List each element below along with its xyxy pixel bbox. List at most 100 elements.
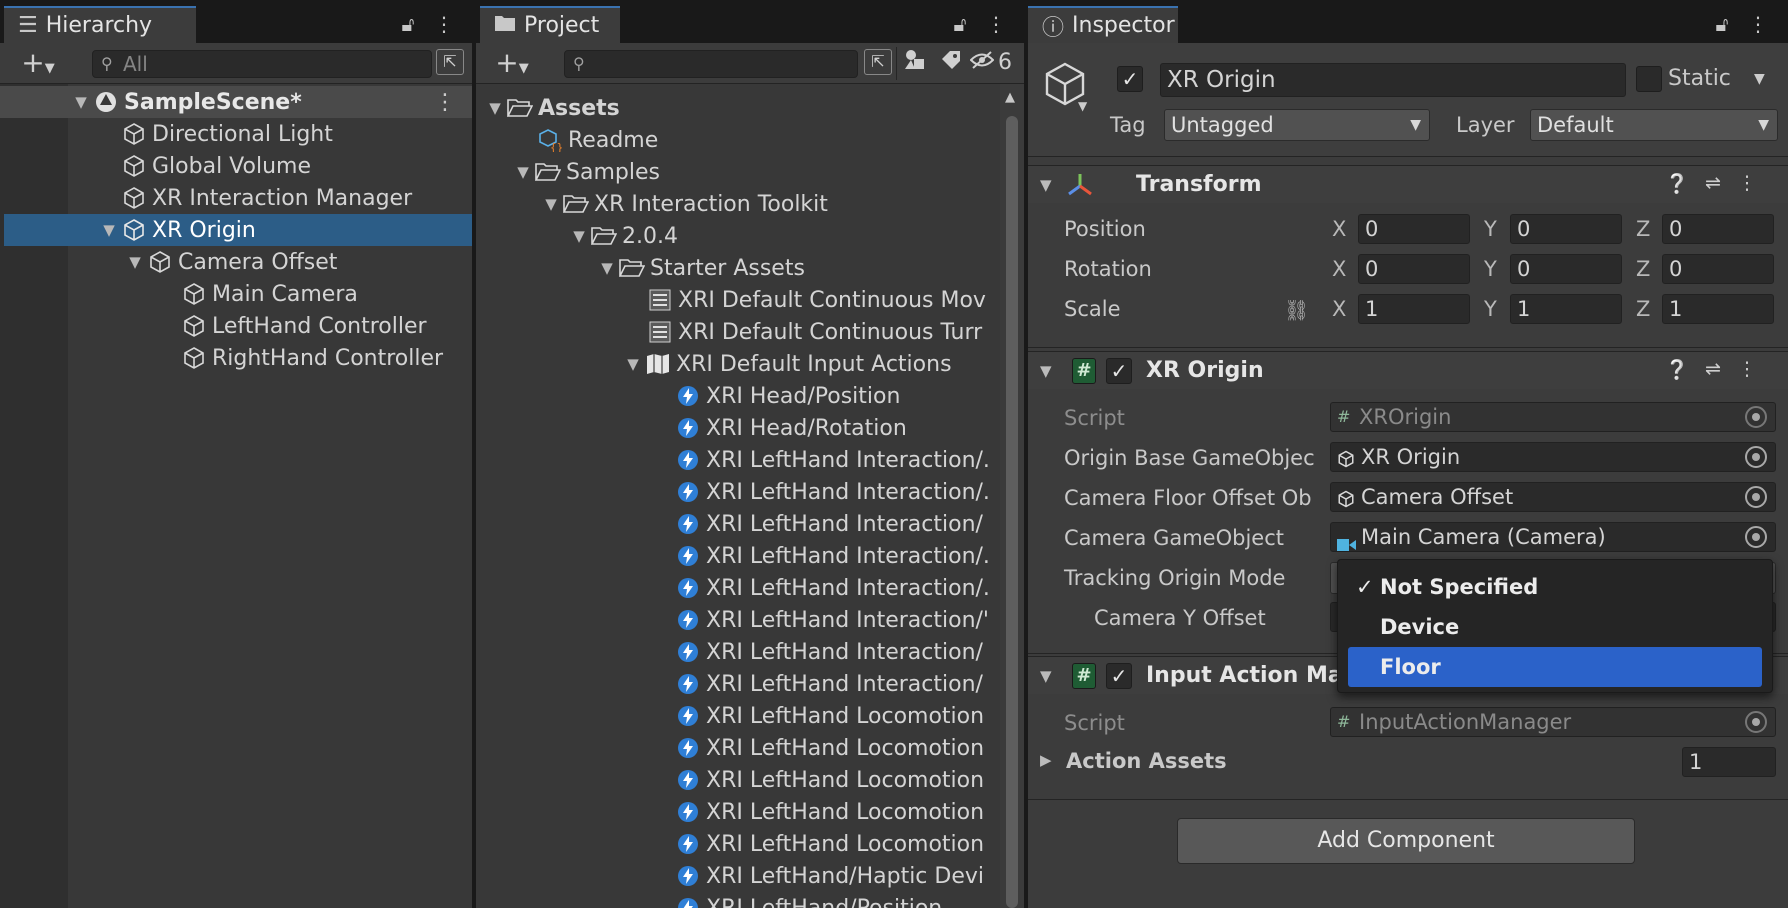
asset-row[interactable]: {} Readme <box>476 124 1000 156</box>
constrain-proportions-icon[interactable]: ⛓ <box>1284 298 1309 322</box>
more-menu-icon[interactable]: ⋮ <box>1746 12 1770 36</box>
component-menu-icon[interactable]: ⋮ <box>1734 358 1760 380</box>
folder-row[interactable]: ▼ Assets <box>476 92 1000 124</box>
input-action-row[interactable]: XRI LeftHand Interaction/. <box>476 540 1000 572</box>
input-action-row[interactable]: XRI LeftHand Locomotion <box>476 700 1000 732</box>
object-picker-icon[interactable] <box>1745 526 1767 548</box>
scale-y-field[interactable]: 1 <box>1510 294 1622 324</box>
expand-arrow-icon[interactable]: ▼ <box>70 93 92 111</box>
maximize-icon[interactable]: ⇱ <box>436 49 464 75</box>
input-action-row[interactable]: XRI Head/Position <box>476 380 1000 412</box>
scale-x-field[interactable]: 1 <box>1358 294 1470 324</box>
expand-arrow-icon[interactable]: ▼ <box>622 355 644 373</box>
input-action-row[interactable]: XRI LeftHand Interaction/. <box>476 444 1000 476</box>
floor-offset-field[interactable]: Camera Offset <box>1330 482 1776 512</box>
hierarchy-item[interactable]: ▼ Camera Offset <box>0 246 472 278</box>
panel-divider[interactable] <box>1024 0 1028 908</box>
input-action-manager-enabled-checkbox[interactable]: ✓ <box>1106 662 1132 689</box>
active-checkbox[interactable]: ✓ <box>1117 66 1143 92</box>
folder-row[interactable]: ▼ XR Interaction Toolkit <box>476 188 1000 220</box>
action-assets-label[interactable]: Action Assets <box>1066 749 1227 773</box>
input-action-row[interactable]: XRI LeftHand/Haptic Devi <box>476 860 1000 892</box>
create-plus-icon[interactable]: +▼ <box>14 49 62 83</box>
input-action-row[interactable]: XRI LeftHand/Position <box>476 892 1000 908</box>
create-plus-icon[interactable]: +▼ <box>488 49 536 83</box>
input-action-row[interactable]: XRI LeftHand Interaction/. <box>476 572 1000 604</box>
object-picker-icon[interactable] <box>1745 486 1767 508</box>
expand-arrow-icon[interactable]: ▼ <box>124 253 146 271</box>
presets-icon[interactable]: ⇌ <box>1700 172 1726 194</box>
hierarchy-item[interactable]: Directional Light <box>0 118 472 150</box>
asset-row[interactable]: XRI Default Continuous Turr <box>476 316 1000 348</box>
foldout-arrow-icon[interactable]: ▼ <box>1040 176 1066 194</box>
popup-option-not-specified[interactable]: ✓ Not Specified <box>1348 567 1762 607</box>
help-icon[interactable]: ❔ <box>1664 172 1690 195</box>
folder-row[interactable]: ▼ Starter Assets <box>476 252 1000 284</box>
rotation-z-field[interactable]: 0 <box>1662 254 1774 284</box>
hierarchy-item[interactable]: RightHand Controller <box>0 342 472 374</box>
presets-icon[interactable]: ⇌ <box>1700 358 1726 380</box>
rotation-y-field[interactable]: 0 <box>1510 254 1622 284</box>
foldout-right-arrow-icon[interactable]: ▶ <box>1040 751 1052 769</box>
popup-option-device[interactable]: Device <box>1348 607 1762 647</box>
more-menu-icon[interactable]: ⋮ <box>432 12 456 36</box>
static-dropdown-arrow-icon[interactable]: ▼ <box>1754 71 1765 87</box>
panel-divider[interactable] <box>472 0 476 908</box>
add-component-button[interactable]: Add Component <box>1177 818 1635 864</box>
input-action-row[interactable]: XRI LeftHand Interaction/ <box>476 508 1000 540</box>
input-action-row[interactable]: XRI LeftHand Locomotion <box>476 828 1000 860</box>
expand-arrow-icon[interactable]: ▼ <box>484 99 506 117</box>
scene-row[interactable]: ▼ SampleScene* ⋮ <box>0 86 472 118</box>
tab-hierarchy[interactable]: ☰ Hierarchy <box>4 6 196 43</box>
position-x-field[interactable]: 0 <box>1358 214 1470 244</box>
hierarchy-item-selected[interactable]: ▼ XR Origin <box>4 214 472 246</box>
project-search-input[interactable]: ⚲ <box>564 50 858 78</box>
tab-inspector[interactable]: ⓘ Inspector <box>1028 6 1178 43</box>
hierarchy-item[interactable]: XR Interaction Manager <box>0 182 472 214</box>
tag-dropdown[interactable]: Untagged ▼ <box>1164 109 1430 141</box>
folder-row[interactable]: ▼ Samples <box>476 156 1000 188</box>
icon-dropdown-arrow-icon[interactable]: ▼ <box>1078 99 1087 113</box>
foldout-arrow-icon[interactable]: ▼ <box>1040 362 1066 380</box>
origin-base-field[interactable]: XR Origin <box>1330 442 1776 472</box>
expand-arrow-icon[interactable]: ▼ <box>512 163 534 181</box>
popup-option-floor[interactable]: Floor <box>1348 647 1762 687</box>
scale-z-field[interactable]: 1 <box>1662 294 1774 324</box>
expand-arrow-icon[interactable]: ▼ <box>596 259 618 277</box>
more-menu-icon[interactable]: ⋮ <box>984 12 1008 36</box>
input-action-row[interactable]: XRI LeftHand Interaction/. <box>476 476 1000 508</box>
lock-icon[interactable]: 🔓︎ <box>1710 12 1734 36</box>
component-menu-icon[interactable]: ⋮ <box>1734 172 1760 194</box>
transform-header[interactable]: ▼ Transform ❔ ⇌ ⋮ <box>1028 165 1788 203</box>
scroll-up-arrow-icon[interactable]: ▲ <box>1005 90 1015 105</box>
maximize-icon[interactable]: ⇱ <box>864 49 892 75</box>
xr-origin-enabled-checkbox[interactable]: ✓ <box>1106 357 1132 384</box>
input-action-row[interactable]: XRI LeftHand Interaction/ <box>476 668 1000 700</box>
tab-project[interactable]: Project <box>480 6 620 43</box>
project-scrollbar[interactable]: ▲ <box>1000 84 1024 908</box>
hierarchy-search-input[interactable]: ⚲ All <box>92 50 432 78</box>
lock-icon[interactable]: 🔓︎ <box>396 12 420 36</box>
object-picker-icon[interactable] <box>1745 446 1767 468</box>
rotation-x-field[interactable]: 0 <box>1358 254 1470 284</box>
input-action-row[interactable]: XRI LeftHand Interaction/' <box>476 604 1000 636</box>
scene-menu-icon[interactable]: ⋮ <box>434 90 456 115</box>
asset-row[interactable]: XRI Default Continuous Mov <box>476 284 1000 316</box>
asset-row[interactable]: ▼ XRI Default Input Actions <box>476 348 1000 380</box>
position-y-field[interactable]: 0 <box>1510 214 1622 244</box>
expand-arrow-icon[interactable]: ▼ <box>568 227 590 245</box>
foldout-arrow-icon[interactable]: ▼ <box>1040 667 1066 685</box>
camera-go-field[interactable]: Main Camera (Camera) <box>1330 522 1776 552</box>
input-action-row[interactable]: XRI LeftHand Locomotion <box>476 796 1000 828</box>
hierarchy-item[interactable]: Main Camera <box>0 278 472 310</box>
expand-arrow-icon[interactable]: ▼ <box>98 221 120 239</box>
xr-origin-header[interactable]: ▼ # ✓ XR Origin ❔ ⇌ ⋮ <box>1028 351 1788 389</box>
filter-by-type-icon[interactable] <box>900 49 930 79</box>
input-action-row[interactable]: XRI Head/Rotation <box>476 412 1000 444</box>
action-assets-count-field[interactable]: 1 <box>1682 747 1776 777</box>
object-name-field[interactable]: XR Origin <box>1160 63 1626 97</box>
hierarchy-item[interactable]: LeftHand Controller <box>0 310 472 342</box>
position-z-field[interactable]: 0 <box>1662 214 1774 244</box>
project-scroll-thumb[interactable] <box>1006 116 1018 908</box>
hierarchy-item[interactable]: Global Volume <box>0 150 472 182</box>
